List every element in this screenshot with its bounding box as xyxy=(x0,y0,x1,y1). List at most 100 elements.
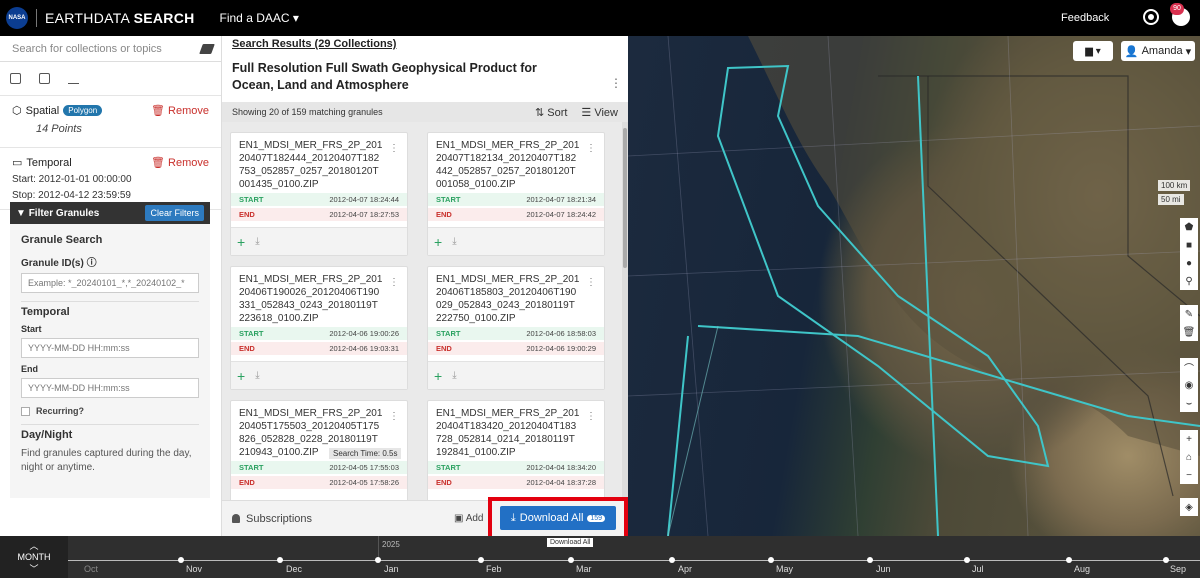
globe-icon[interactable]: ◉ xyxy=(1180,376,1198,394)
start-value: 2012-04-04 18:34:20 xyxy=(526,463,596,472)
timeline-zoom-control[interactable]: ︿ MONTH ﹀ xyxy=(0,536,68,578)
recurring-label: Recurring? xyxy=(36,406,85,416)
map-view[interactable] xyxy=(628,36,1200,536)
delete-shape-icon[interactable]: 🗑 xyxy=(1180,323,1198,341)
info-icon[interactable]: ⓘ xyxy=(87,258,97,269)
timeline-month[interactable]: Jul xyxy=(972,564,984,574)
collection-menu-icon[interactable]: ⋮ xyxy=(610,76,622,90)
draw-rectangle-icon[interactable]: ■ xyxy=(1180,236,1198,254)
timeline-month[interactable]: May xyxy=(776,564,793,574)
timeline-month[interactable]: Aug xyxy=(1074,564,1090,574)
timeline-month[interactable]: Jan xyxy=(384,564,399,574)
granule-menu-icon[interactable]: ⋮ xyxy=(389,143,399,154)
granule-card[interactable]: EN1_MDSI_MER_FRS_2P_20120407T182444_2012… xyxy=(230,132,408,256)
granule-list-scrollbar[interactable] xyxy=(622,122,628,500)
granule-ids-text: Granule ID(s) xyxy=(21,258,84,269)
scrollbar-thumb[interactable] xyxy=(623,128,627,268)
start-label: START xyxy=(239,329,264,338)
granule-card[interactable]: EN1_MDSI_MER_FRS_2P_20120406T185803_2012… xyxy=(427,266,605,390)
rotate-up-icon[interactable]: ⌒ xyxy=(1180,358,1198,376)
timeline-tick xyxy=(478,557,484,563)
end-value: 2012-04-04 18:37:28 xyxy=(526,478,596,487)
zoom-in-icon[interactable]: + xyxy=(1180,430,1198,448)
clear-filters-button[interactable]: Clear Filters xyxy=(145,205,204,221)
calendar-icon[interactable] xyxy=(10,73,21,84)
timeline-month[interactable]: Jun xyxy=(876,564,891,574)
zoom-out-icon[interactable]: − xyxy=(1180,466,1198,484)
search-results-link[interactable]: Search Results (29 Collections) xyxy=(222,36,628,52)
temporal-filter: ▭ Temporal 🗑 Remove Start: 2012-01-01 00… xyxy=(0,148,221,210)
find-daac-menu[interactable]: Find a DAAC ▾ xyxy=(220,11,299,25)
map-overlay xyxy=(628,36,1200,536)
download-all-button[interactable]: ⤓ Download All 159 xyxy=(500,506,616,530)
granule-menu-icon[interactable]: ⋮ xyxy=(586,411,596,422)
chevron-down-icon[interactable]: ﹀ xyxy=(29,562,38,575)
granule-card[interactable]: EN1_MDSI_MER_FRS_2P_20120404T183420_2012… xyxy=(427,400,605,500)
granule-card[interactable]: EN1_MDSI_MER_FRS_2P_20120406T190026_2012… xyxy=(230,266,408,390)
add-granule-icon[interactable]: + xyxy=(434,368,442,384)
start-value: 2012-04-06 18:58:03 xyxy=(526,329,596,338)
recurring-checkbox-row[interactable]: Recurring? xyxy=(21,406,199,416)
download-icon[interactable]: ⤓ xyxy=(452,370,456,381)
notifications-icon[interactable] xyxy=(1143,9,1159,25)
spatial-filter: ⬡ Spatial Polygon 🗑 Remove 14 Points xyxy=(0,96,221,148)
timeline-month[interactable]: Apr xyxy=(678,564,692,574)
timeline[interactable]: ︿ MONTH ﹀ 2025 Oct Nov Dec Jan Feb Mar A… xyxy=(0,536,1200,578)
layers-icon[interactable]: ◈ xyxy=(1180,498,1198,516)
remove-temporal-button[interactable]: 🗑 Remove xyxy=(151,156,209,169)
download-icon[interactable]: ⤓ xyxy=(255,370,259,381)
download-icon[interactable]: ⤓ xyxy=(452,236,456,247)
granule-menu-icon[interactable]: ⋮ xyxy=(389,277,399,288)
add-granule-icon[interactable]: + xyxy=(237,234,245,250)
granule-menu-icon[interactable]: ⋮ xyxy=(389,411,399,422)
start-label: START xyxy=(436,195,461,204)
timeline-tick xyxy=(669,557,675,563)
view-button[interactable]: ☰ View xyxy=(581,106,618,119)
timeline-month[interactable]: Sep xyxy=(1170,564,1186,574)
start-value: 2012-04-06 19:00:26 xyxy=(329,329,399,338)
draw-polygon-icon[interactable]: ⬟ xyxy=(1180,218,1198,236)
end-date-input[interactable] xyxy=(21,378,199,398)
home-icon[interactable]: ⌂ xyxy=(1180,448,1198,466)
timeline-month[interactable]: Mar xyxy=(576,564,592,574)
download-icon[interactable]: ⤓ xyxy=(255,236,259,247)
advanced-filters-icon[interactable] xyxy=(68,73,79,84)
sort-button[interactable]: ⇅ Sort xyxy=(535,106,567,119)
granule-start-row: START 2012-04-06 18:58:03 xyxy=(428,327,604,340)
recurring-checkbox[interactable] xyxy=(21,406,30,416)
timeline-month[interactable]: Dec xyxy=(286,564,302,574)
timeline-month[interactable]: Feb xyxy=(486,564,502,574)
app-brand[interactable]: EARTHDATA SEARCH xyxy=(45,10,195,26)
start-label: Start xyxy=(21,324,42,334)
add-to-project-button[interactable]: ▣ Add xyxy=(454,513,483,524)
rotate-down-icon[interactable]: ⌣ xyxy=(1180,394,1198,412)
eraser-icon[interactable] xyxy=(199,43,215,54)
start-value: 2012-04-07 18:21:34 xyxy=(526,195,596,204)
chevron-up-icon[interactable]: ︿ xyxy=(29,539,38,552)
nasa-logo[interactable]: NASA xyxy=(6,7,28,29)
granule-menu-icon[interactable]: ⋮ xyxy=(586,277,596,288)
remove-spatial-button[interactable]: 🗑 Remove xyxy=(151,104,209,117)
edit-shape-icon[interactable]: ✎ xyxy=(1180,305,1198,323)
granule-menu-icon[interactable]: ⋮ xyxy=(586,143,596,154)
granule-ids-input[interactable] xyxy=(21,273,199,293)
draw-point-icon[interactable]: ⚲ xyxy=(1180,272,1198,290)
save-project-button[interactable]: ▆ ▾ xyxy=(1073,41,1113,61)
add-granule-icon[interactable]: + xyxy=(237,368,245,384)
draw-circle-icon[interactable]: ● xyxy=(1180,254,1198,272)
add-granule-icon[interactable]: + xyxy=(434,234,442,250)
end-label: End xyxy=(21,364,38,374)
subscriptions-button[interactable]: Subscriptions xyxy=(232,513,312,525)
timeline-month[interactable]: Nov xyxy=(186,564,202,574)
feedback-link[interactable]: Feedback xyxy=(1061,12,1109,24)
granule-card[interactable]: EN1_MDSI_MER_FRS_2P_20120407T182134_2012… xyxy=(427,132,605,256)
account-button[interactable]: 👤 Amanda ▾ xyxy=(1121,41,1195,61)
spatial-icon[interactable] xyxy=(39,73,50,84)
day-night-heading: Day/Night xyxy=(21,429,73,441)
collection-search-input[interactable] xyxy=(12,42,201,55)
granule-actions: + ⤓ xyxy=(231,361,407,389)
save-icon: ▆ xyxy=(1085,45,1096,57)
start-date-input[interactable] xyxy=(21,338,199,358)
timeline-month[interactable]: Oct xyxy=(84,564,98,574)
granule-actions: + ⤓ xyxy=(428,227,604,255)
